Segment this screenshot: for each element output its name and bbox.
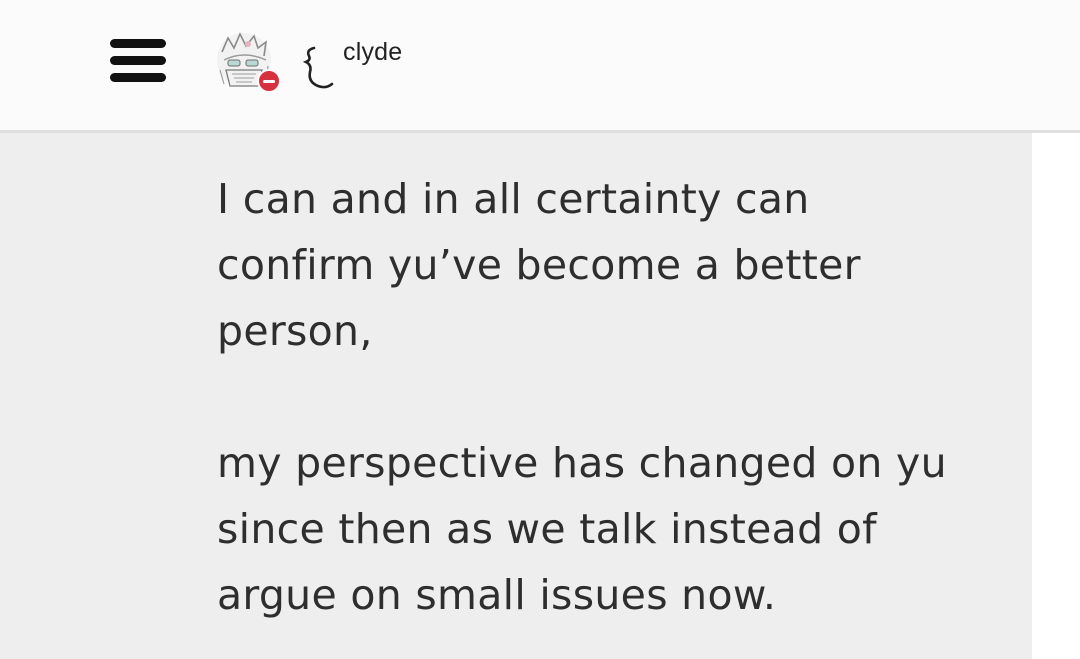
hamburger-menu-icon[interactable] bbox=[110, 39, 166, 83]
message-text: I can and in all certainty can confirm y… bbox=[217, 166, 977, 628]
message-line: I can and in all certainty can bbox=[217, 175, 810, 223]
message-line: person, bbox=[217, 307, 373, 355]
message-line: confirm yu’ve become a better bbox=[217, 241, 861, 289]
message-line: argue on small issues now. bbox=[217, 571, 777, 619]
top-bar: clyde bbox=[0, 0, 1080, 133]
do-not-disturb-status-badge bbox=[257, 69, 281, 93]
curly-bracket-icon bbox=[300, 42, 336, 92]
username-label[interactable]: clyde bbox=[343, 38, 402, 67]
message-line: since then as we talk instead of bbox=[217, 505, 877, 553]
message-line: my perspective has changed on yu bbox=[217, 439, 947, 487]
scroll-gutter bbox=[1032, 133, 1080, 659]
